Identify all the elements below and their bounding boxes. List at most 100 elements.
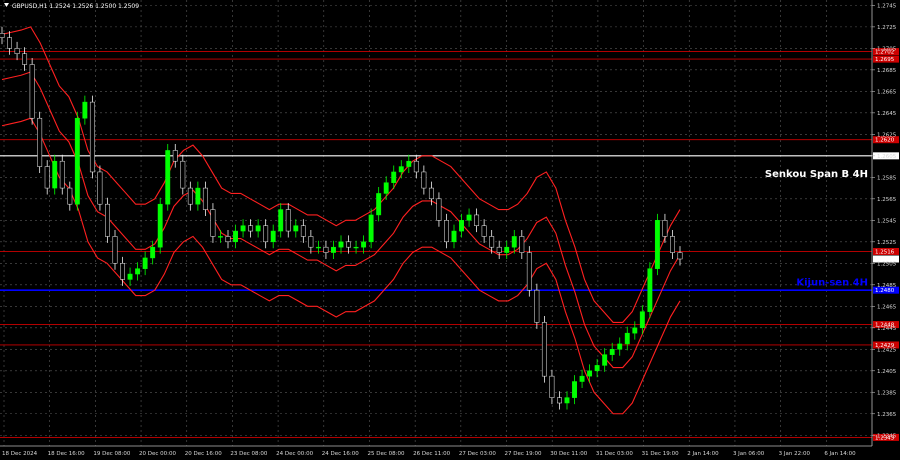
y-tick-label: 1.2705 [877,46,897,52]
candle-body [37,117,43,167]
candle-body [353,246,359,249]
candle-body [59,160,65,189]
x-tick-label: 24 Dec 16:00 [322,451,359,457]
x-tick-label: 18 Dec 2024 [2,451,38,457]
candle-body [293,225,299,232]
candle-body [398,166,404,173]
candle-body [157,203,163,248]
x-tick-label: 6 Jan 14:00 [824,451,856,457]
candle-body [564,397,570,404]
candle-body [617,343,623,350]
x-tick-label: 27 Dec 19:00 [505,451,542,457]
y-tick-label: 1.2405 [877,369,897,375]
candle-body [218,236,223,238]
x-tick-label: 25 Dec 08:00 [367,451,404,457]
y-tick-label: 1.2565 [877,197,897,203]
candle-body [579,375,585,382]
candle-body [150,246,156,259]
candle-body [82,101,88,119]
candle-body [308,236,314,248]
candle-body [74,117,80,205]
y-tick-label: 1.2585 [877,175,897,181]
candles [0,26,683,410]
candle-body [444,220,449,243]
x-tick-label: 18 Dec 16:00 [48,451,85,457]
candle-body [383,182,389,194]
candle-body [677,252,683,260]
x-tick-label: 3 Jan 22:00 [779,451,811,457]
candle-body [29,64,35,119]
x-tick-label: 19 Dec 08:00 [93,451,130,457]
x-tick-label: 31 Dec 03:00 [596,451,633,457]
candle-body [466,214,472,221]
candle-body [451,230,457,243]
candle-body [202,187,208,210]
candle-body [331,246,336,253]
candle-body [120,263,125,280]
candle-body [142,257,148,269]
candle-body [105,203,110,237]
candle-body [504,246,510,253]
y-tick-label: 1.2485 [877,283,897,289]
candle-body [127,273,133,280]
candle-body [602,354,608,366]
y-tick-label: 1.2525 [877,240,897,246]
y-tick-label: 1.2645 [877,111,897,117]
level-price-label: 1.2480 [875,288,895,294]
y-tick-label: 1.2725 [877,25,897,31]
candle-body [187,187,193,205]
candle-body [474,214,480,226]
candle-body [67,187,73,205]
x-tick-label: 2 Jan 14:00 [687,451,719,457]
y-tick-label: 1.2425 [877,347,897,353]
candle-body [572,381,577,398]
candle-body [376,193,382,216]
candle-body [609,349,615,355]
level-price-label: 1.2620 [875,138,895,144]
price-chart: 1.27021.26951.26201.26081.25161.24801.24… [0,0,899,457]
y-tick-label: 1.2745 [877,3,897,9]
candle-body [172,150,178,162]
y-tick-label: 1.2385 [877,390,897,396]
symbol-menu-icon[interactable] [4,3,9,7]
candle-body [662,220,668,237]
candle-body [248,225,254,232]
y-tick-label: 1.2685 [877,68,897,74]
level-price-label: 1.2695 [875,57,895,63]
candle-body [225,236,231,243]
candle-body [428,187,434,200]
candle-body [594,365,600,372]
candle-body [346,241,351,248]
candle-body [255,225,261,232]
candle-body [22,53,28,65]
candle-body [406,160,412,167]
candle-body [7,37,12,49]
candle-body [89,101,95,173]
envelope-mid-line [1,71,681,369]
y-tick-label: 1.2345 [877,433,897,439]
candle-body [112,236,118,264]
candle-body [436,198,442,221]
candle-body [361,241,367,248]
y-tick-label: 1.2625 [877,132,897,138]
y-tick-label: 1.2465 [877,304,897,310]
level-lines: 1.27021.26951.26201.26081.25161.24801.24… [0,48,899,441]
y-tick-label: 1.2445 [877,326,897,332]
candle-body [647,268,653,312]
candle-body [632,327,638,334]
candle-body [421,171,427,189]
candle-body [315,246,321,249]
candle-body [270,230,276,243]
x-tick-label: 24 Dec 00:00 [276,451,313,457]
candle-body [263,225,269,243]
annotation-label: Kijun-sen 4H [796,278,868,289]
candle-body [210,209,216,237]
candle-body [654,220,660,269]
x-tick-label: 20 Dec 00:00 [139,451,176,457]
envelope-lower-line [1,117,681,415]
candle-body [135,268,141,275]
candle-body [14,48,20,54]
y-tick-label: 1.2605 [877,154,897,160]
candle-body [489,236,495,248]
annotation-label: Senkou Span B 4H [765,169,868,180]
